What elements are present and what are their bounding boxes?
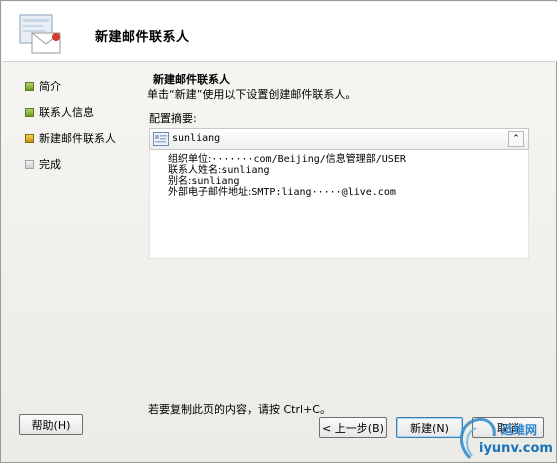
wizard-title: 新建邮件联系人 [95, 30, 190, 45]
configuration-summary: sunliang ⌃ 组织单位:·······com/Beijing/信息管理部… [149, 128, 529, 268]
step-label: 完成 [39, 158, 61, 171]
contact-name: sunliang [172, 133, 221, 144]
property-value: ·······com/Beijing/信息管理部/USER [211, 154, 406, 165]
content-description: 单击“新建”使用以下设置创建邮件联系人。 [147, 88, 357, 101]
step-new-contact: 新建邮件联系人 [25, 125, 135, 151]
summary-label: 配置摘要: [149, 112, 197, 125]
summary-item-body: 组织单位:·······com/Beijing/信息管理部/USER 联系人姓名… [149, 150, 529, 259]
property-list: 组织单位:·······com/Beijing/信息管理部/USER 联系人姓名… [168, 154, 406, 198]
mail-contact-icon [19, 14, 61, 54]
watermark-cn: 运维网 [501, 423, 538, 437]
property-row: 别名:sunliang [168, 176, 406, 187]
step-label: 简介 [39, 80, 61, 93]
wizard-steps: 简介 联系人信息 新建邮件联系人 完成 [25, 73, 135, 177]
step-label: 新建邮件联系人 [39, 132, 116, 145]
property-value: sunliang [191, 176, 240, 187]
step-label: 联系人信息 [39, 106, 94, 119]
copy-hint: 若要复制此页的内容，请按 Ctrl+C。 [148, 403, 331, 416]
property-key: 组织单位: [168, 154, 212, 165]
step-contact-info: 联系人信息 [25, 99, 135, 125]
property-row: 联系人姓名:sunliang [168, 165, 406, 176]
back-button[interactable]: < 上一步(B) [319, 417, 387, 438]
step-done-icon [25, 81, 34, 91]
property-key: 别名: [168, 176, 192, 187]
step-done-icon [25, 107, 34, 117]
property-value: sunliang [221, 165, 270, 176]
property-row: 组织单位:·······com/Beijing/信息管理部/USER [168, 154, 406, 165]
watermark-text: iyunv.com [479, 441, 553, 456]
property-value: SMTP:liang·····@live.com [251, 187, 396, 198]
wizard-header: 新建邮件联系人 [2, 2, 557, 62]
wizard-window: 新建邮件联系人 简介 联系人信息 新建邮件联系人 完成 新建邮件联系人 单击“新… [0, 0, 557, 463]
step-complete: 完成 [25, 151, 135, 177]
property-row: 外部电子邮件地址:SMTP:liang·····@live.com [168, 187, 406, 198]
property-key: 联系人姓名: [168, 165, 222, 176]
step-pending-icon [25, 159, 34, 169]
content-title: 新建邮件联系人 [153, 73, 230, 86]
step-current-icon [25, 133, 34, 143]
summary-item-header[interactable]: sunliang ⌃ [149, 128, 529, 150]
property-key: 外部电子邮件地址: [168, 187, 252, 198]
contact-card-icon [153, 132, 169, 146]
wizard-content: 新建邮件联系人 单击“新建”使用以下设置创建邮件联系人。 配置摘要: sunli… [143, 69, 541, 409]
collapse-chevron-icon[interactable]: ⌃ [508, 131, 524, 147]
step-intro: 简介 [25, 73, 135, 99]
help-button[interactable]: 帮助(H) [19, 414, 83, 435]
